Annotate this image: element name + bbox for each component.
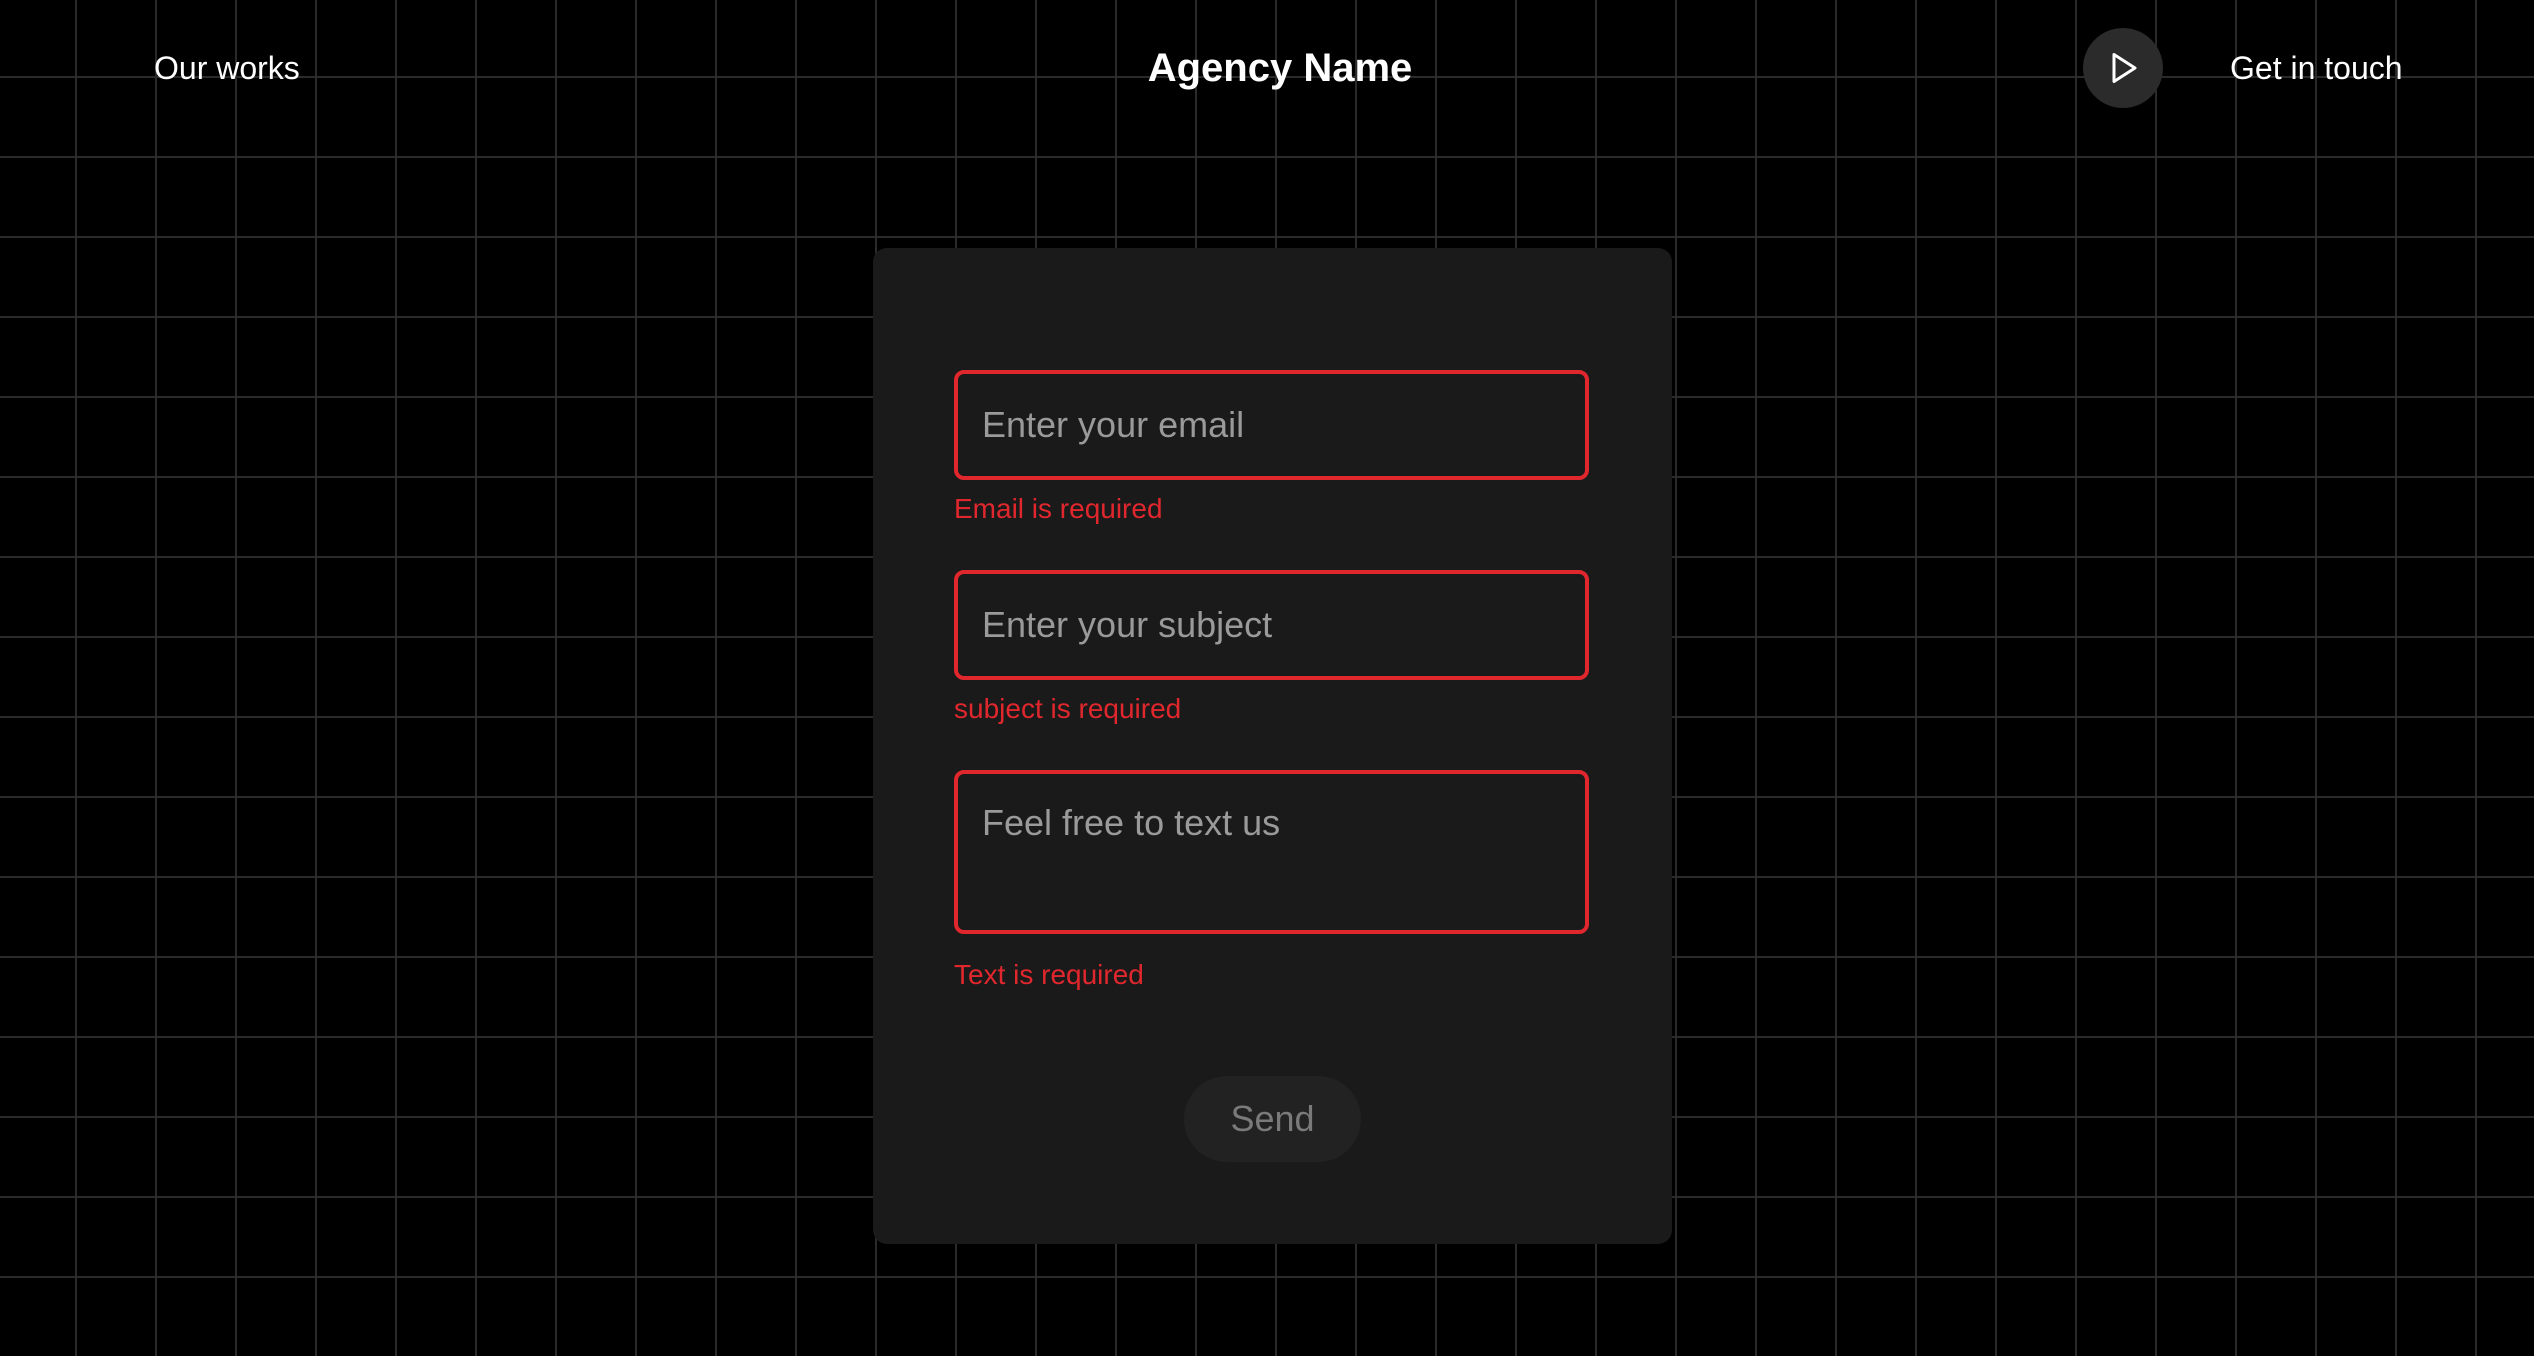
subject-error-message: subject is required	[954, 693, 1182, 724]
send-button[interactable]: Send	[1184, 1076, 1361, 1162]
nav-link-get-in-touch[interactable]: Get in touch	[2230, 48, 2403, 88]
message-error-message: Text is required	[954, 959, 1144, 990]
subject-field[interactable]	[954, 570, 1589, 680]
contact-form-card: Email is required subject is required Te…	[873, 248, 1672, 1244]
email-field[interactable]	[954, 370, 1589, 480]
message-textarea[interactable]	[954, 770, 1589, 934]
play-button[interactable]	[2083, 28, 2163, 108]
play-icon	[2105, 50, 2141, 86]
email-error-message: Email is required	[954, 493, 1163, 524]
